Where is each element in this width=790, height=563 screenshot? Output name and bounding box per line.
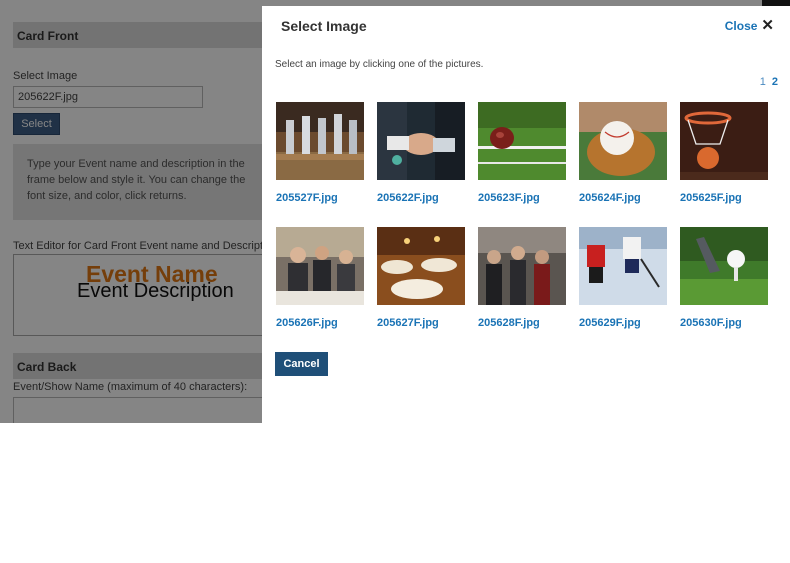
baseball-glove-thumbnail[interactable] bbox=[579, 102, 667, 180]
image-tile[interactable]: 205630F.jpg bbox=[680, 227, 768, 329]
instructions-text: Select an image by clicking one of the p… bbox=[275, 59, 484, 70]
file-name-link[interactable]: 205629F.jpg bbox=[579, 317, 667, 329]
basketball-hoop-thumbnail[interactable] bbox=[680, 102, 768, 180]
page-link-1[interactable]: 1 bbox=[760, 76, 766, 88]
image-tile[interactable]: 205622F.jpg bbox=[377, 102, 465, 204]
file-name-link[interactable]: 205622F.jpg bbox=[377, 192, 465, 204]
image-tile[interactable]: 205527F.jpg bbox=[276, 102, 364, 204]
image-tile[interactable]: 205625F.jpg bbox=[680, 102, 768, 204]
image-tile[interactable]: 205623F.jpg bbox=[478, 102, 566, 204]
business-dinner-thumbnail[interactable] bbox=[276, 227, 364, 305]
image-tile[interactable]: 205627F.jpg bbox=[377, 227, 465, 329]
file-name-link[interactable]: 205625F.jpg bbox=[680, 192, 768, 204]
file-name-link[interactable]: 205624F.jpg bbox=[579, 192, 667, 204]
close-label: Close bbox=[724, 19, 758, 33]
hockey-players-thumbnail[interactable] bbox=[579, 227, 667, 305]
close-icon[interactable]: ✕ bbox=[761, 18, 774, 33]
image-tile[interactable]: 205624F.jpg bbox=[579, 102, 667, 204]
file-name-link[interactable]: 205626F.jpg bbox=[276, 317, 364, 329]
close-link[interactable]: Close ✕ bbox=[724, 18, 774, 33]
image-tile[interactable]: 205628F.jpg bbox=[478, 227, 566, 329]
golf-ball-thumbnail[interactable] bbox=[680, 227, 768, 305]
crowd-event-thumbnail[interactable] bbox=[478, 227, 566, 305]
pagination: 1 2 bbox=[757, 76, 778, 88]
beer-taps-thumbnail[interactable] bbox=[276, 102, 364, 180]
banquet-hall-thumbnail[interactable] bbox=[377, 227, 465, 305]
dialog-title: Select Image bbox=[281, 18, 367, 34]
file-name-link[interactable]: 205627F.jpg bbox=[377, 317, 465, 329]
image-tile[interactable]: 205629F.jpg bbox=[579, 227, 667, 329]
file-name-link[interactable]: 205527F.jpg bbox=[276, 192, 364, 204]
football-field-thumbnail[interactable] bbox=[478, 102, 566, 180]
select-image-dialog: Select Image Close ✕ Select an image by … bbox=[262, 6, 790, 423]
file-name-link[interactable]: 205630F.jpg bbox=[680, 317, 768, 329]
file-name-link[interactable]: 205628F.jpg bbox=[478, 317, 566, 329]
page-link-2[interactable]: 2 bbox=[772, 76, 778, 88]
cancel-button[interactable]: Cancel bbox=[275, 352, 328, 376]
image-tile[interactable]: 205626F.jpg bbox=[276, 227, 364, 329]
file-name-link[interactable]: 205623F.jpg bbox=[478, 192, 566, 204]
handshake-thumbnail[interactable] bbox=[377, 102, 465, 180]
